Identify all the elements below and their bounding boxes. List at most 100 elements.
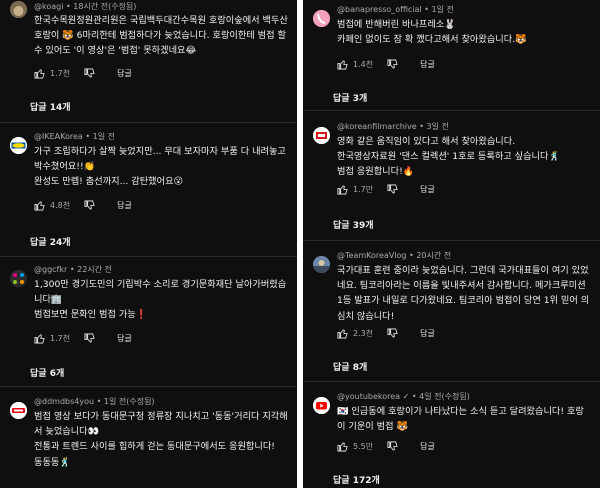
- divider: [303, 110, 600, 111]
- dislike-icon[interactable]: [84, 200, 95, 211]
- avatar[interactable]: [10, 1, 27, 18]
- comment-author[interactable]: @banapresso_official: [337, 5, 422, 14]
- view-replies-button[interactable]: 답글 14개: [30, 100, 71, 113]
- dislike-icon[interactable]: [387, 184, 398, 195]
- youtube-logo-icon: [313, 397, 330, 414]
- avatar[interactable]: [313, 256, 330, 273]
- verified-icon: ✓: [402, 392, 410, 401]
- comment-time: 18시간 전(수정됨): [73, 2, 137, 11]
- like-count: 2.3천: [353, 328, 374, 338]
- comment-text: 가구 조립하다가 살짝 늦었지만... 무대 보자마자 부품 다 내려놓고 박수…: [34, 146, 286, 188]
- comment-actions: 1.4천 답글: [337, 57, 435, 71]
- comment-text: 범접에 반해버린 바나프레소🐰 카페인 없이도 잠 확 깼다고해서 찾아왔습니다…: [337, 19, 527, 46]
- like-count: 1.4천: [353, 59, 374, 69]
- kofa-logo-icon: [313, 127, 330, 144]
- like-count: 4.8천: [50, 200, 71, 210]
- avatar-image-icon: [313, 256, 330, 273]
- comment-text: 1,300만 경기도민의 기립박수 소리로 경기문화재단 날아가버렸습니다🏢 범…: [34, 279, 287, 321]
- divider: [0, 256, 297, 257]
- ddm-logo-icon: [10, 402, 27, 419]
- avatar[interactable]: [313, 10, 330, 27]
- banapresso-logo-icon: [313, 10, 330, 27]
- dislike-icon[interactable]: [387, 441, 398, 452]
- view-replies-button[interactable]: 답글 39개: [333, 218, 374, 231]
- avatar[interactable]: [10, 137, 27, 154]
- comment-author[interactable]: @TeamKoreaVlog: [337, 251, 407, 260]
- reply-button[interactable]: 답글: [420, 59, 435, 70]
- comment-actions: 5.5만 답글: [337, 439, 435, 453]
- replies-label: 답글 6개: [30, 369, 65, 379]
- comment-meta: @banapresso_official • 1일 전: [337, 5, 454, 14]
- view-replies-button[interactable]: 답글 3개: [333, 91, 367, 104]
- view-replies-button[interactable]: 답글 24개: [30, 235, 71, 248]
- comment-meta: @koreanfilmarchive • 3일 전: [337, 122, 449, 131]
- like-icon[interactable]: [34, 333, 45, 344]
- avatar[interactable]: [313, 397, 330, 414]
- comment-author[interactable]: @ggcfkr: [34, 265, 67, 274]
- comment-text: 범접 영상 보다가 동대문구청 정류장 지나치고 '동동'거리다 지각해서 늦었…: [34, 411, 288, 468]
- like-icon[interactable]: [337, 59, 348, 70]
- comment-meta: @IKEAKorea • 1일 전: [34, 132, 115, 141]
- replies-label: 답글 8개: [333, 363, 368, 373]
- like-icon[interactable]: [337, 328, 348, 339]
- comment-author[interactable]: @koagi: [34, 2, 63, 11]
- divider: [0, 386, 297, 387]
- dislike-icon[interactable]: [387, 328, 398, 339]
- replies-label: 답글 39개: [333, 221, 374, 231]
- avatar[interactable]: [10, 270, 27, 287]
- reply-button[interactable]: 답글: [117, 200, 132, 211]
- replies-label: 답글 14개: [30, 103, 71, 113]
- dislike-icon[interactable]: [84, 68, 95, 79]
- divider: [0, 122, 297, 123]
- comment-text: 🇰🇷 인급동에 호랑이가 나타났다는 소식 듣고 달려왔습니다! 호랑이 기운이…: [337, 406, 584, 433]
- divider: [303, 381, 600, 382]
- like-count: 1.7만: [353, 184, 374, 194]
- avatar-image-icon: [10, 1, 27, 18]
- comment-time: 3일 전: [426, 122, 449, 131]
- reply-button[interactable]: 답글: [117, 68, 132, 79]
- dislike-icon[interactable]: [387, 59, 398, 70]
- reply-button[interactable]: 답글: [420, 441, 435, 452]
- like-count: 1.7천: [50, 333, 71, 343]
- like-icon[interactable]: [337, 441, 348, 452]
- ikea-logo-icon: [10, 137, 27, 154]
- comment-author[interactable]: @koreanfilmarchive: [337, 122, 417, 131]
- comment-meta: @youtubekorea ✓ • 4일 전(수정됨): [337, 392, 470, 401]
- view-replies-button[interactable]: 답글 8개: [333, 360, 367, 373]
- reply-button[interactable]: 답글: [420, 184, 435, 195]
- like-icon[interactable]: [34, 68, 45, 79]
- avatar[interactable]: [10, 402, 27, 419]
- comment-actions: 1.7만 답글: [337, 182, 435, 196]
- reply-button[interactable]: 답글: [117, 333, 132, 344]
- comment-time: 1일 전: [431, 5, 454, 14]
- comment-time: 20시간 전: [416, 251, 452, 260]
- replies-label: 답글 172개: [333, 476, 380, 486]
- comment-meta: @ddmdbs4you • 1일 전(수정됨): [34, 397, 155, 406]
- comment-meta: @koagi • 18시간 전(수정됨): [34, 2, 137, 11]
- view-replies-button[interactable]: 답글 172개: [333, 473, 380, 486]
- comment-meta: @ggcfkr • 22시간 전: [34, 265, 112, 274]
- replies-label: 답글 3개: [333, 94, 368, 104]
- like-icon[interactable]: [34, 200, 45, 211]
- comment-text: 국가대표 훈련 중이라 늦었습니다. 그런데 국가대표들이 여기 있었네요. 팀…: [337, 265, 590, 322]
- comment-actions: 1.7천 답글: [34, 331, 132, 345]
- comment-actions: 4.8천 답글: [34, 198, 132, 212]
- view-replies-button[interactable]: 답글 6개: [30, 366, 64, 379]
- reply-button[interactable]: 답글: [420, 328, 435, 339]
- comment-actions: 1.7천 답글: [34, 66, 132, 80]
- like-count: 5.5만: [353, 441, 374, 451]
- comment-meta: @TeamKoreaVlog • 20시간 전: [337, 251, 452, 260]
- comment-author[interactable]: @ddmdbs4you: [34, 397, 94, 406]
- comment-author[interactable]: @youtubekorea: [337, 392, 400, 401]
- comment-author[interactable]: @IKEAKorea: [34, 132, 83, 141]
- comment-time: 1일 전(수정됨): [103, 397, 155, 406]
- comment-time: 1일 전: [92, 132, 115, 141]
- right-comment-panel: @banapresso_official • 1일 전 범접에 반해버린 바나프…: [303, 0, 600, 488]
- comment-time: 4일 전(수정됨): [419, 392, 470, 401]
- dislike-icon[interactable]: [84, 333, 95, 344]
- comment-time: 22시간 전: [77, 265, 112, 274]
- like-icon[interactable]: [337, 184, 348, 195]
- replies-label: 답글 24개: [30, 238, 71, 248]
- comment-text: 한국수목원정원관리원은 국립백두대간수목원 호랑이숲에서 백두산호랑이 🐯 6마…: [34, 15, 288, 57]
- avatar[interactable]: [313, 127, 330, 144]
